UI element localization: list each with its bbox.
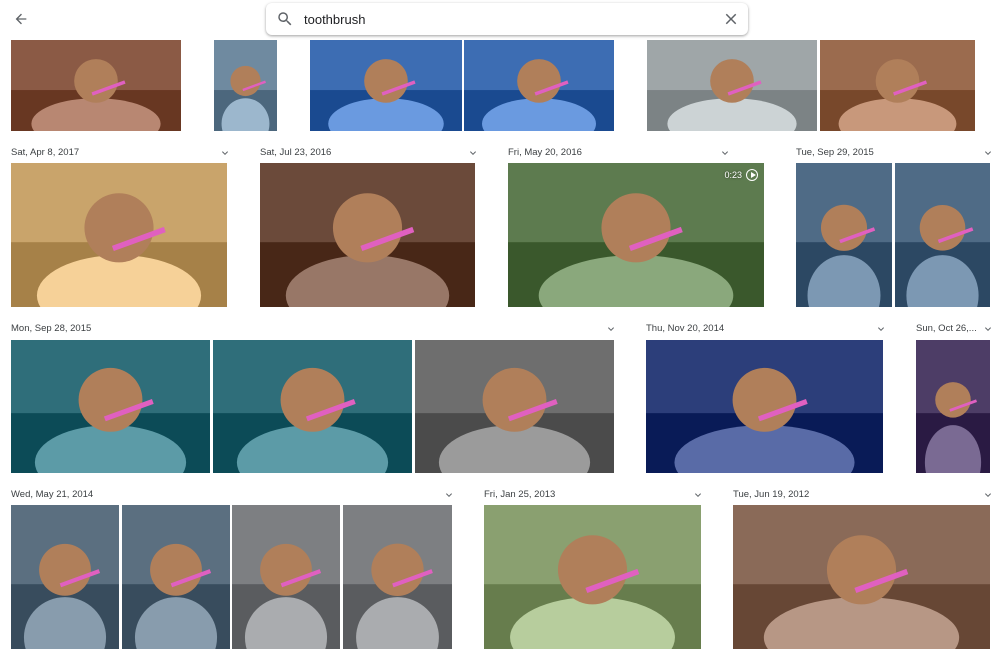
photo-thumbnail[interactable] — [647, 40, 817, 131]
photo-thumbnail[interactable] — [646, 340, 883, 473]
search-icon[interactable] — [276, 10, 294, 28]
photo-thumbnail[interactable] — [11, 163, 227, 307]
photo-thumbnail[interactable] — [796, 163, 892, 307]
photo-thumbnail[interactable] — [484, 505, 701, 649]
date-group-label: Sat, Apr 8, 2017 — [11, 147, 80, 158]
date-group-label: Mon, Sep 28, 2015 — [11, 323, 92, 334]
close-icon[interactable] — [722, 10, 740, 28]
photo-thumbnail[interactable] — [733, 505, 990, 649]
date-group-label: Tue, Sep 29, 2015 — [796, 147, 874, 158]
date-group-label: Tue, Jun 19, 2012 — [733, 489, 810, 500]
photo-thumbnail[interactable] — [464, 40, 614, 131]
photo-thumbnail[interactable] — [916, 340, 990, 473]
chevron-down-icon[interactable] — [982, 147, 994, 159]
chevron-down-icon[interactable] — [719, 147, 731, 159]
photo-grid: 0:23 Sat, Apr 8, 2017 Sat, Jul 23, 2016 Fri… — [0, 0, 1000, 654]
photo-thumbnail[interactable] — [343, 505, 452, 649]
play-icon — [746, 169, 758, 181]
date-group-label: Fri, Jan 25, 2013 — [484, 489, 556, 500]
arrow-back-icon — [15, 13, 27, 25]
chevron-down-icon[interactable] — [875, 323, 887, 335]
top-bar — [0, 0, 1000, 40]
photo-thumbnail[interactable]: 0:23 — [508, 163, 764, 307]
photo-thumbnail[interactable] — [232, 505, 340, 649]
photo-thumbnail[interactable] — [11, 505, 119, 649]
date-group-label: Sun, Oct 26,... — [916, 323, 977, 334]
chevron-down-icon[interactable] — [982, 489, 994, 501]
photo-thumbnail[interactable] — [11, 340, 210, 473]
chevron-down-icon[interactable] — [219, 147, 231, 159]
video-duration-badge: 0:23 — [724, 169, 758, 181]
photo-thumbnail[interactable] — [310, 40, 462, 131]
photo-thumbnail[interactable] — [122, 505, 230, 649]
search-box — [266, 3, 748, 35]
chevron-down-icon[interactable] — [467, 147, 479, 159]
chevron-down-icon[interactable] — [605, 323, 617, 335]
photo-thumbnail[interactable] — [11, 40, 181, 131]
photo-thumbnail[interactable] — [415, 340, 614, 473]
date-group-label: Wed, May 21, 2014 — [11, 489, 94, 500]
search-input[interactable] — [304, 9, 684, 29]
chevron-down-icon[interactable] — [443, 489, 455, 501]
chevron-down-icon[interactable] — [982, 323, 994, 335]
photo-thumbnail[interactable] — [214, 40, 277, 131]
back-button[interactable] — [8, 6, 34, 32]
date-group-label: Thu, Nov 20, 2014 — [646, 323, 725, 334]
photo-thumbnail[interactable] — [213, 340, 412, 473]
video-duration: 0:23 — [724, 170, 742, 180]
photo-thumbnail[interactable] — [820, 40, 975, 131]
photo-thumbnail[interactable] — [895, 163, 990, 307]
date-group-label: Sat, Jul 23, 2016 — [260, 147, 332, 158]
chevron-down-icon[interactable] — [692, 489, 704, 501]
date-group-label: Fri, May 20, 2016 — [508, 147, 582, 158]
photo-thumbnail[interactable] — [260, 163, 475, 307]
